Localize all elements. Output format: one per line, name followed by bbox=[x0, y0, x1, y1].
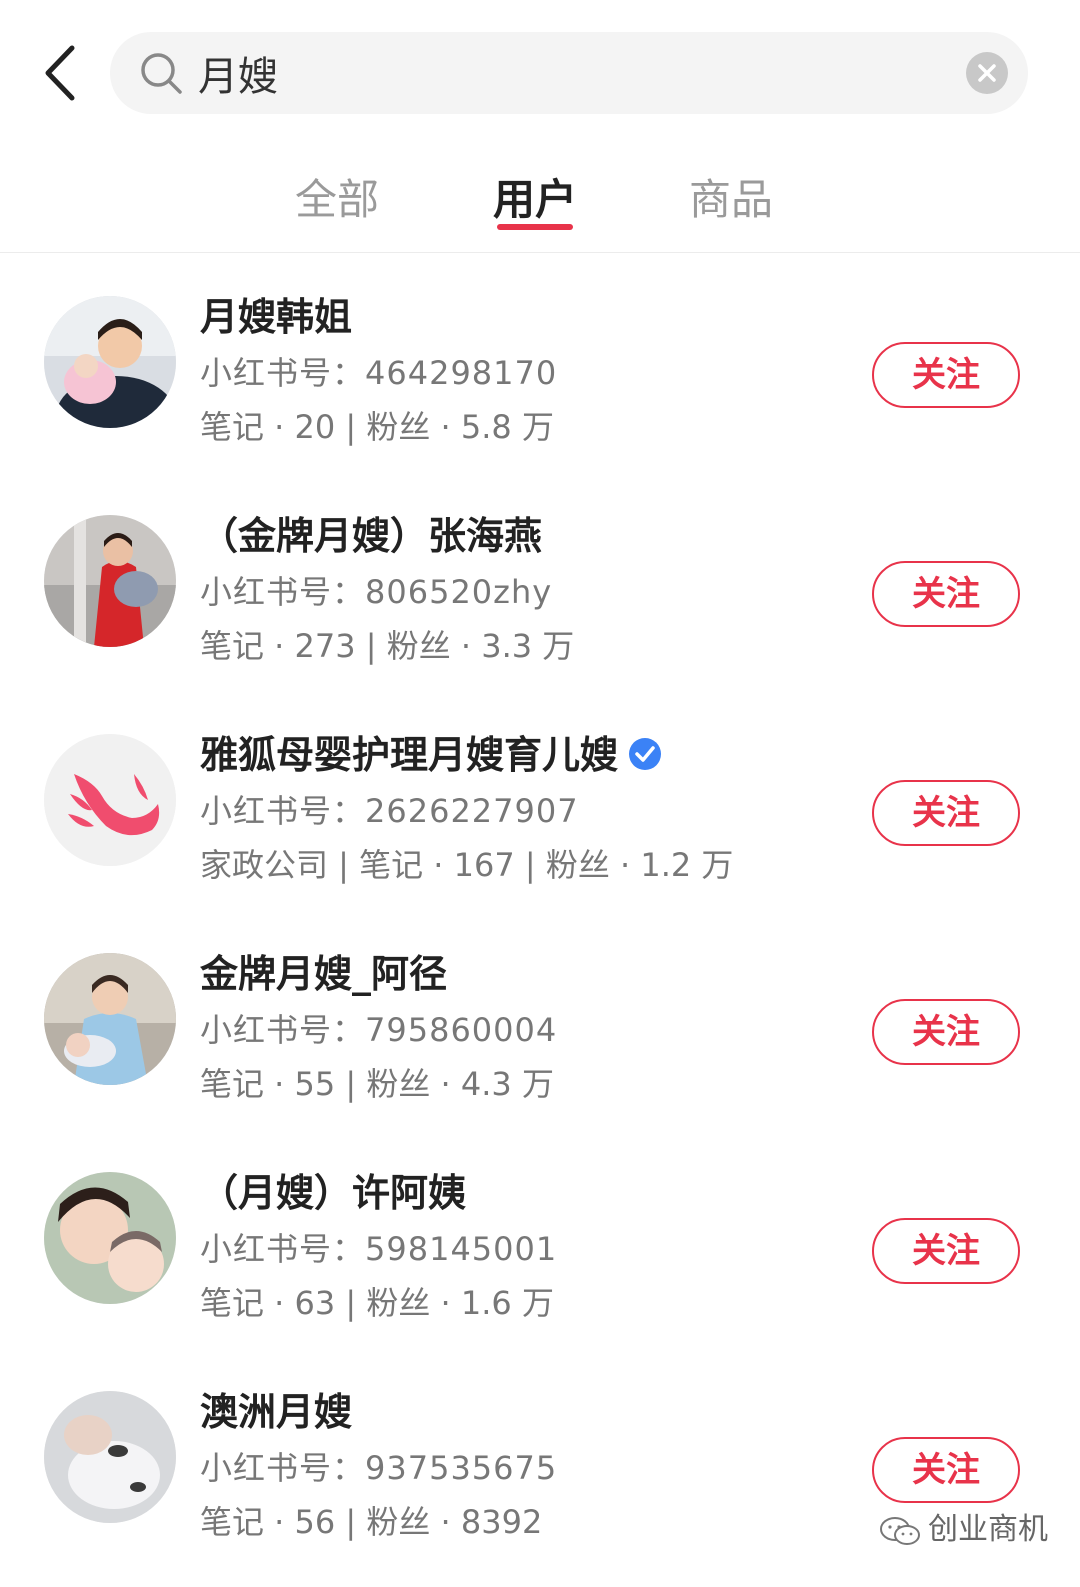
user-name: 澳洲月嫂 bbox=[200, 1390, 353, 1434]
user-name-text: 雅狐母婴护理月嫂育儿嫂 bbox=[200, 733, 619, 777]
follow-button[interactable]: 关注 bbox=[872, 999, 1020, 1065]
follow-button[interactable]: 关注 bbox=[872, 1437, 1020, 1503]
chevron-left-icon bbox=[45, 45, 75, 101]
user-list-item[interactable]: 月嫂韩姐 小红书号：464298170 笔记 · 20 | 粉丝 · 5.8 万… bbox=[0, 268, 1080, 487]
user-list-item[interactable]: 雅狐母婴护理月嫂育儿嫂 小红书号：2626227907 家政公司 | 笔记 · … bbox=[0, 706, 1080, 925]
back-button[interactable] bbox=[38, 42, 88, 104]
tab-users[interactable]: 用户 bbox=[493, 166, 577, 227]
user-name: 月嫂韩姐 bbox=[200, 295, 353, 339]
user-list-item[interactable]: （金牌月嫂）张海燕 小红书号：806520zhy 笔记 · 273 | 粉丝 ·… bbox=[0, 487, 1080, 706]
user-id: 小红书号：795860004 bbox=[200, 1011, 558, 1049]
avatar[interactable] bbox=[44, 1172, 176, 1304]
result-tabs: 全部 用户 商品 bbox=[0, 150, 1080, 253]
watermark-text: 创业商机 bbox=[928, 1512, 1048, 1547]
wechat-icon bbox=[880, 1516, 920, 1545]
user-name: （金牌月嫂）张海燕 bbox=[200, 514, 543, 558]
header bbox=[0, 0, 1080, 150]
search-bar[interactable] bbox=[110, 32, 1028, 114]
user-id: 小红书号：2626227907 bbox=[200, 792, 579, 830]
search-input[interactable] bbox=[198, 42, 938, 104]
follow-button[interactable]: 关注 bbox=[872, 561, 1020, 627]
user-name: 雅狐母婴护理月嫂育儿嫂 bbox=[200, 724, 662, 779]
user-stats: 笔记 · 55 | 粉丝 · 4.3 万 bbox=[200, 1065, 554, 1103]
search-icon bbox=[141, 53, 182, 94]
active-tab-indicator bbox=[497, 224, 573, 230]
clear-search-button[interactable] bbox=[966, 52, 1008, 94]
user-id: 小红书号：937535675 bbox=[200, 1449, 558, 1487]
avatar[interactable] bbox=[44, 515, 176, 647]
user-stats: 笔记 · 20 | 粉丝 · 5.8 万 bbox=[200, 408, 554, 446]
tab-products[interactable]: 商品 bbox=[689, 166, 773, 227]
avatar[interactable] bbox=[44, 953, 176, 1085]
user-stats: 笔记 · 273 | 粉丝 · 3.3 万 bbox=[200, 627, 575, 665]
avatar[interactable] bbox=[44, 296, 176, 428]
verified-badge-icon bbox=[629, 737, 662, 770]
follow-button[interactable]: 关注 bbox=[872, 1218, 1020, 1284]
user-name: （月嫂）许阿姨 bbox=[200, 1171, 467, 1215]
user-id: 小红书号：806520zhy bbox=[200, 573, 553, 611]
user-stats: 笔记 · 56 | 粉丝 · 8392 bbox=[200, 1503, 543, 1541]
user-list-item[interactable]: （月嫂）许阿姨 小红书号：598145001 笔记 · 63 | 粉丝 · 1.… bbox=[0, 1144, 1080, 1363]
user-id: 小红书号：464298170 bbox=[200, 354, 558, 392]
tab-all[interactable]: 全部 bbox=[295, 166, 379, 227]
user-name: 金牌月嫂_阿径 bbox=[200, 952, 448, 996]
avatar[interactable] bbox=[44, 734, 176, 866]
follow-button[interactable]: 关注 bbox=[872, 342, 1020, 408]
avatar[interactable] bbox=[44, 1391, 176, 1523]
follow-button[interactable]: 关注 bbox=[872, 780, 1020, 846]
user-id: 小红书号：598145001 bbox=[200, 1230, 558, 1268]
user-stats: 笔记 · 63 | 粉丝 · 1.6 万 bbox=[200, 1284, 554, 1322]
user-list-item[interactable]: 澳洲月嫂 小红书号：937535675 笔记 · 56 | 粉丝 · 8392 … bbox=[0, 1363, 1080, 1582]
fox-logo-icon bbox=[44, 734, 176, 866]
user-list-item[interactable]: 金牌月嫂_阿径 小红书号：795860004 笔记 · 55 | 粉丝 · 4.… bbox=[0, 925, 1080, 1144]
watermark: 创业商机 bbox=[878, 1504, 1048, 1548]
close-icon bbox=[978, 64, 996, 82]
user-stats: 家政公司 | 笔记 · 167 | 粉丝 · 1.2 万 bbox=[200, 846, 734, 884]
